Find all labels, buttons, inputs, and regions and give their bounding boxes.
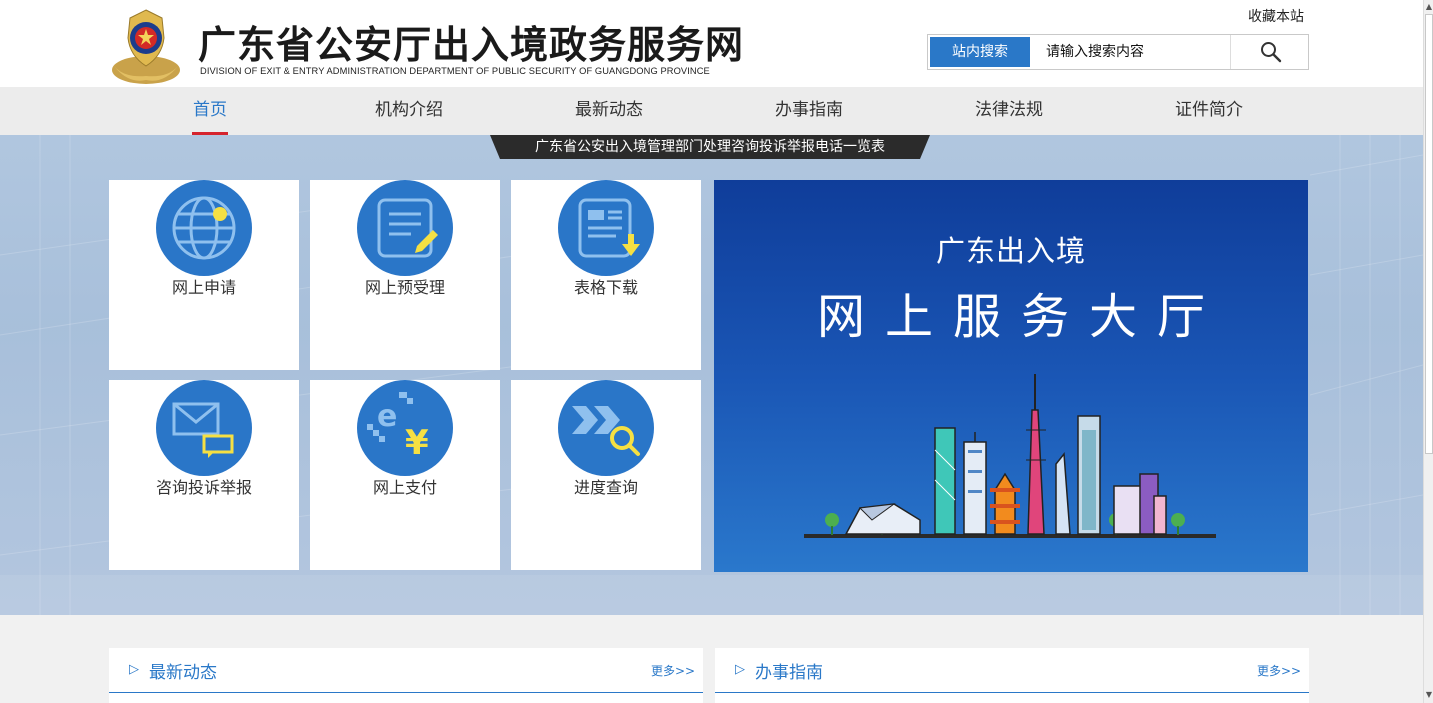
svg-text:¥: ¥ xyxy=(405,423,429,463)
news-more-link[interactable]: 更多>> xyxy=(651,662,695,679)
tile-online-application[interactable]: 网上申请 xyxy=(109,180,299,370)
tile-label: 网上支付 xyxy=(372,478,437,497)
tile-online-pre-acceptance[interactable]: 网上预受理 xyxy=(310,180,500,370)
guide-panel: ▷ 办事指南 更多>> xyxy=(715,648,1309,703)
tile-label: 咨询投诉举报 xyxy=(155,478,252,497)
news-panel-header: ▷ 最新动态 更多>> xyxy=(109,648,703,693)
triangle-right-icon: ▷ xyxy=(735,662,745,677)
hero-section: 广东省公安出入境管理部门处理咨询投诉举报电话一览表 网上申请 网上预受理 表格下… xyxy=(0,135,1423,615)
site-subtitle: DIVISION OF EXIT & ENTRY ADMINISTRATION … xyxy=(200,66,710,76)
search-scope-tab[interactable]: 站内搜索 xyxy=(930,37,1030,67)
news-panel: ▷ 最新动态 更多>> xyxy=(109,648,703,703)
progress-search-icon xyxy=(558,380,654,476)
tile-online-payment[interactable]: e ¥ 网上支付 xyxy=(310,380,500,570)
nav-item-laws[interactable]: 法律法规 xyxy=(973,87,1045,135)
search-icon xyxy=(1261,42,1282,63)
tile-label: 网上预受理 xyxy=(364,278,445,297)
nav-item-home[interactable]: 首页 xyxy=(192,87,228,135)
online-service-hall-banner[interactable]: 广东出入境 网上服务大厅 xyxy=(714,180,1308,572)
document-edit-icon xyxy=(357,180,453,276)
vertical-scrollbar[interactable]: ▲ ▼ xyxy=(1423,0,1433,703)
tile-label: 表格下载 xyxy=(573,278,638,297)
nav-item-about[interactable]: 机构介绍 xyxy=(373,87,445,135)
e-payment-yen-icon: e ¥ xyxy=(357,380,453,476)
scroll-up-arrow-icon[interactable]: ▲ xyxy=(1425,2,1433,12)
site-search: 站内搜索 xyxy=(927,34,1309,70)
guide-panel-header: ▷ 办事指南 更多>> xyxy=(715,648,1309,693)
site-header: 广东省公安厅出入境政务服务网 DIVISION OF EXIT & ENTRY … xyxy=(0,0,1423,87)
tile-label: 网上申请 xyxy=(171,278,236,297)
svg-text:e: e xyxy=(377,399,397,434)
globe-icon xyxy=(156,180,252,276)
banner-title: 广东出入境 xyxy=(935,234,1086,268)
guide-more-link[interactable]: 更多>> xyxy=(1257,662,1301,679)
envelope-chat-icon xyxy=(156,380,252,476)
tile-consult-complaint-report[interactable]: 咨询投诉举报 xyxy=(109,380,299,570)
nav-item-documents[interactable]: 证件简介 xyxy=(1173,87,1245,135)
main-nav: 首页 机构介绍 最新动态 办事指南 法律法规 证件简介 xyxy=(0,87,1423,135)
banner-headline: 网上服务大厅 xyxy=(816,289,1225,345)
triangle-right-icon: ▷ xyxy=(129,662,139,677)
nav-item-news[interactable]: 最新动态 xyxy=(573,87,645,135)
bookmark-site-link[interactable]: 收藏本站 xyxy=(1248,6,1304,26)
tile-form-download[interactable]: 表格下载 xyxy=(511,180,701,370)
tile-progress-query[interactable]: 进度查询 xyxy=(511,380,701,570)
city-skyline-illustration xyxy=(804,374,1216,538)
nav-item-guide[interactable]: 办事指南 xyxy=(773,87,845,135)
scrollbar-thumb[interactable] xyxy=(1425,14,1433,454)
tile-label: 进度查询 xyxy=(573,478,638,497)
police-emblem-logo[interactable] xyxy=(108,8,184,86)
search-input[interactable] xyxy=(1046,37,1229,67)
search-button[interactable] xyxy=(1230,35,1308,69)
news-panel-title: 最新动态 xyxy=(149,663,217,683)
guide-panel-title: 办事指南 xyxy=(755,663,823,683)
scroll-down-arrow-icon[interactable]: ▼ xyxy=(1425,690,1433,700)
notice-link[interactable]: 广东省公安出入境管理部门处理咨询投诉举报电话一览表 xyxy=(490,135,930,159)
form-download-icon xyxy=(558,180,654,276)
site-title: 广东省公安厅出入境政务服务网 xyxy=(198,23,745,67)
